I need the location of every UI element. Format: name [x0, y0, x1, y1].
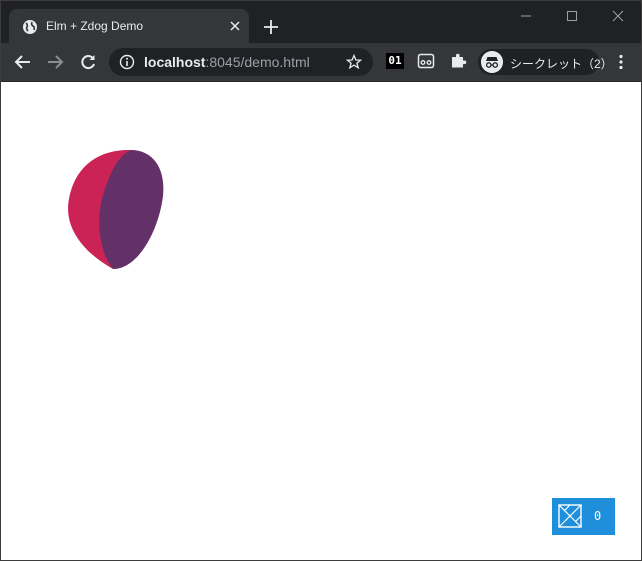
extension-01-button[interactable]: 01 [386, 53, 404, 69]
incognito-icon [481, 51, 503, 73]
kebab-menu-icon [619, 54, 623, 70]
zdog-hemisphere-shape[interactable] [61, 144, 171, 274]
arrow-right-icon [48, 55, 64, 69]
url-text[interactable]: localhost:8045/demo.html [144, 54, 310, 70]
back-button[interactable] [11, 50, 35, 74]
puzzle-icon[interactable] [449, 52, 467, 70]
url-path: :8045/demo.html [205, 54, 310, 70]
tab-active[interactable]: Elm + Zdog Demo [9, 9, 249, 43]
cassette-icon[interactable] [417, 52, 435, 70]
reload-button[interactable] [76, 50, 100, 74]
globe-icon [23, 20, 37, 34]
browser-window: Elm + Zdog Demo localhost:8045/demo.html… [0, 0, 642, 561]
star-icon[interactable] [346, 54, 362, 70]
browser-menu-button[interactable] [609, 50, 633, 74]
address-bar[interactable]: localhost:8045/demo.html [109, 48, 373, 76]
maximize-button[interactable] [549, 1, 595, 31]
url-host: localhost [144, 54, 206, 70]
toolbar: localhost:8045/demo.html 01 シークレット（2） [1, 43, 641, 82]
page-content: 0 [1, 82, 641, 560]
minimize-button[interactable] [503, 1, 549, 31]
close-icon [612, 10, 624, 22]
incognito-profile-button[interactable]: シークレット（2） [478, 49, 613, 75]
close-icon[interactable] [227, 18, 243, 34]
arrow-left-icon [14, 55, 30, 69]
minimize-icon [521, 15, 531, 17]
reload-icon [81, 55, 95, 70]
forward-button[interactable] [43, 50, 67, 74]
tab-title: Elm + Zdog Demo [46, 19, 144, 33]
elm-debugger-count: 0 [594, 509, 602, 523]
incognito-label: シークレット（2） [510, 57, 613, 71]
elm-debugger-badge[interactable]: 0 [552, 498, 615, 535]
tab-strip: Elm + Zdog Demo [1, 1, 641, 43]
elm-tangram-icon [558, 504, 582, 528]
close-window-button[interactable] [595, 1, 641, 31]
plus-icon[interactable] [261, 17, 281, 37]
info-icon[interactable] [119, 54, 135, 70]
maximize-icon [567, 11, 577, 21]
